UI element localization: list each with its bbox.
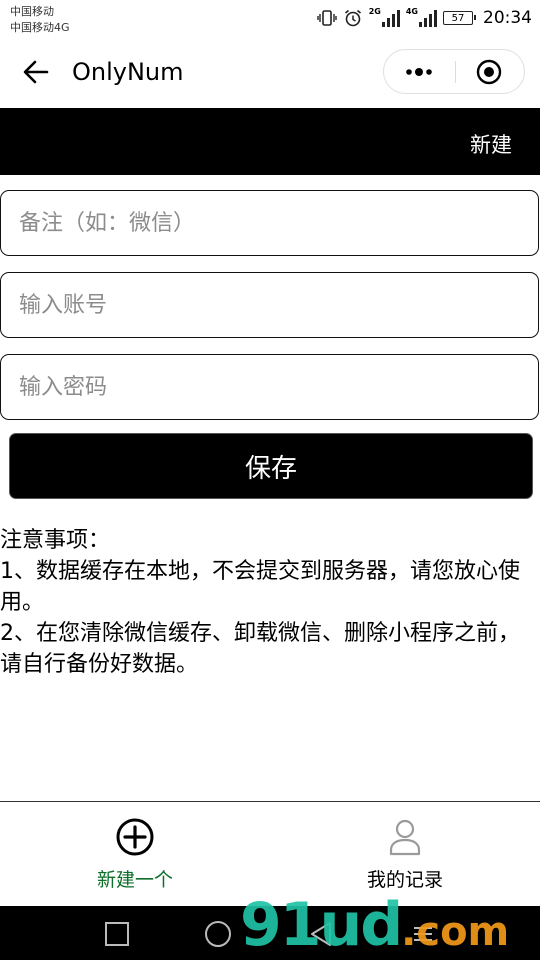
header-bar: 新建	[0, 108, 540, 175]
network-type-4g: 4G	[405, 7, 418, 16]
notes-item-2: 2、在您清除微信缓存、卸载微信、删除小程序之前，请自行备份好数据。	[0, 621, 520, 677]
tab-my-records[interactable]: 我的记录	[270, 802, 540, 907]
notes-title: 注意事项：	[0, 528, 111, 553]
password-input[interactable]	[17, 355, 521, 419]
carrier-name-2: 中国移动4G	[10, 21, 70, 34]
mini-program-capsule	[383, 49, 525, 94]
more-options-icon[interactable]	[402, 62, 436, 82]
status-bar: 中国移动 中国移动4G 2G 4G 57 20:34	[0, 0, 540, 36]
back-triangle-icon[interactable]	[308, 921, 334, 947]
vibrate-icon	[317, 9, 337, 27]
notes-section: 注意事项： 1、数据缓存在本地，不会提交到服务器，请您放心使用。 2、在您清除微…	[0, 525, 530, 680]
new-entry-button[interactable]: 新建	[470, 129, 512, 159]
home-circle-icon[interactable]	[204, 920, 232, 948]
tab-new-label: 新建一个	[96, 869, 173, 891]
tab-new[interactable]: 新建一个	[0, 802, 270, 907]
save-button[interactable]: 保存	[10, 434, 532, 498]
capsule-divider	[455, 61, 456, 83]
status-icons: 2G 4G 57 20:34	[317, 6, 532, 30]
password-field[interactable]	[0, 354, 539, 420]
signal-2g-icon: 2G	[368, 7, 400, 27]
battery-icon: 57	[443, 11, 476, 25]
user-icon	[389, 819, 421, 856]
clock: 20:34	[483, 8, 532, 28]
plus-circle-icon	[116, 818, 154, 856]
menu-lines-icon[interactable]	[412, 923, 434, 945]
account-input[interactable]	[17, 273, 521, 337]
back-arrow-icon[interactable]	[22, 58, 50, 86]
tab-my-records-label: 我的记录	[366, 869, 443, 891]
tab-bar: 新建一个 我的记录	[0, 801, 540, 906]
carrier-name-1: 中国移动	[10, 5, 54, 18]
signal-4g-icon: 4G	[405, 7, 437, 27]
system-nav-bar	[0, 906, 540, 960]
network-type-2g: 2G	[368, 7, 381, 16]
close-mini-program-icon[interactable]	[476, 59, 502, 85]
nav-bar: OnlyNum	[0, 36, 540, 108]
remark-field[interactable]	[0, 190, 539, 256]
notes-item-1: 1、数据缓存在本地，不会提交到服务器，请您放心使用。	[0, 559, 520, 615]
battery-level: 57	[451, 12, 465, 24]
remark-input[interactable]	[17, 191, 521, 255]
recents-square-icon[interactable]	[104, 921, 130, 947]
alarm-icon	[343, 8, 363, 28]
page-title: OnlyNum	[72, 58, 184, 86]
account-field[interactable]	[0, 272, 539, 338]
